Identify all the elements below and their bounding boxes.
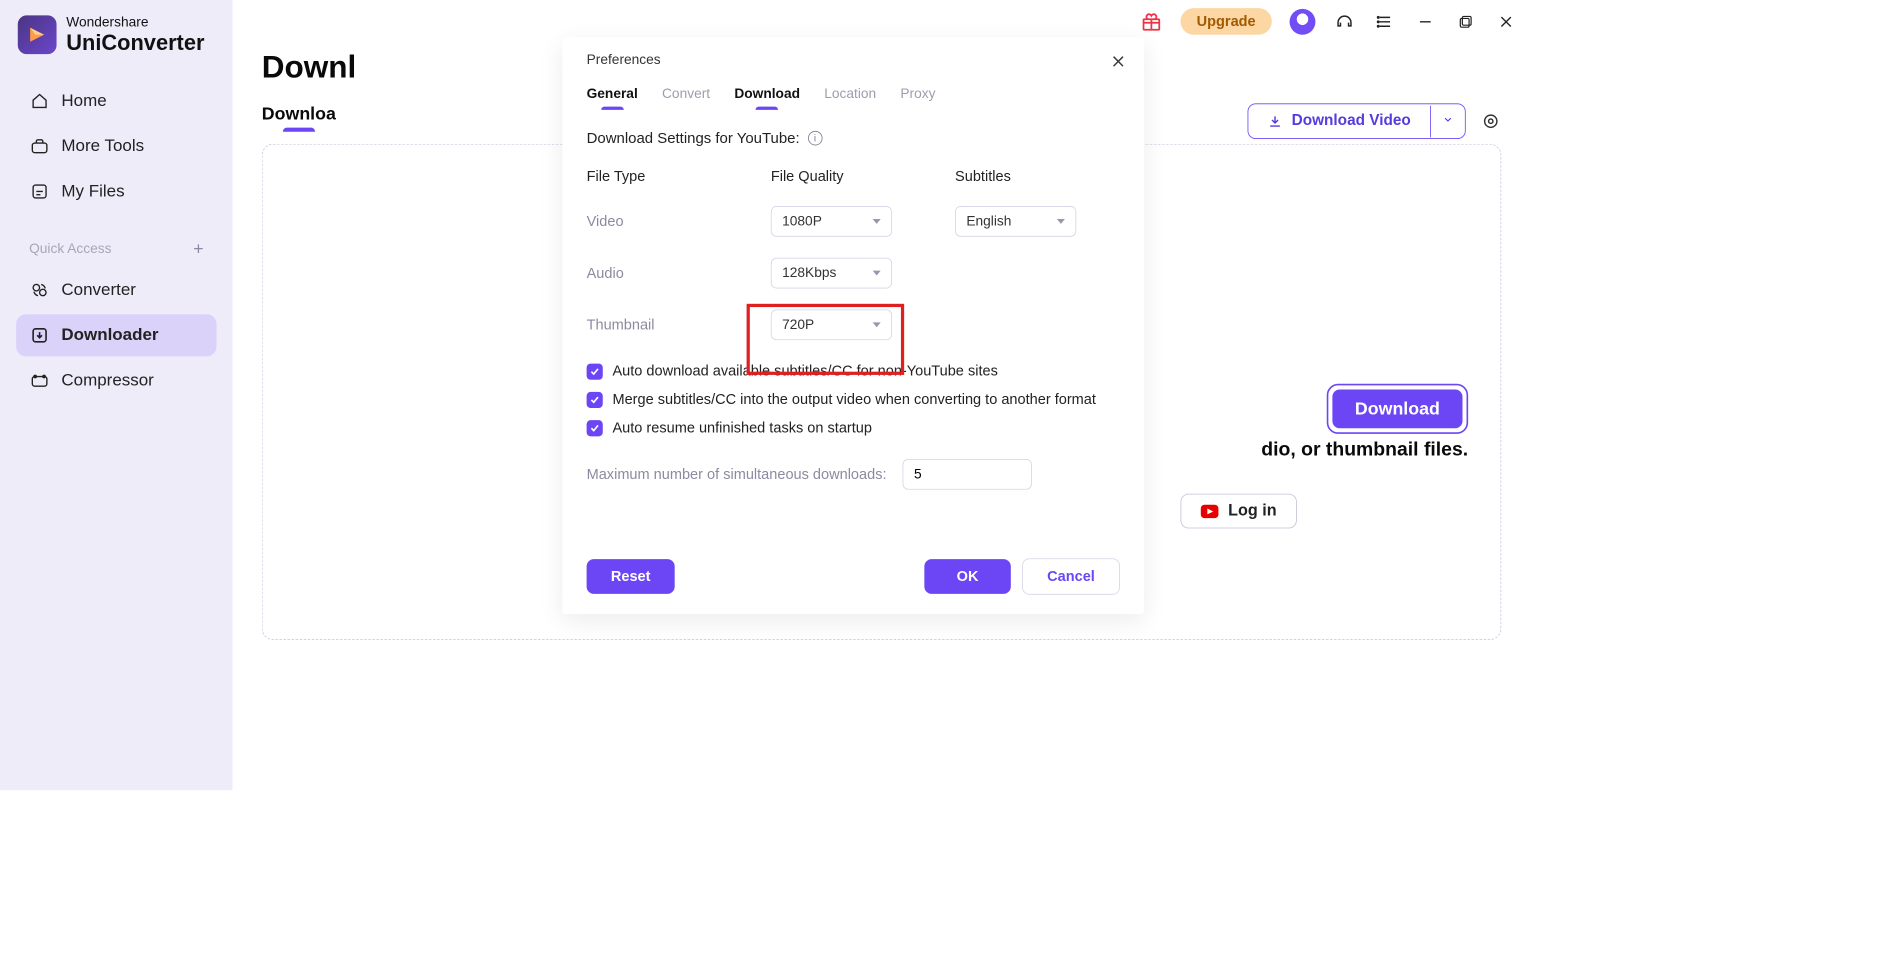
- chevron-down-icon: [873, 322, 881, 327]
- chevron-down-icon: [873, 271, 881, 276]
- gift-icon[interactable]: [1140, 10, 1163, 33]
- maximize-icon[interactable]: [1454, 10, 1477, 33]
- download-video-label: Download Video: [1292, 112, 1411, 130]
- preferences-modal: Preferences General Convert Download Loc…: [562, 37, 1144, 614]
- plus-icon[interactable]: +: [193, 238, 203, 259]
- chevron-down-icon: [873, 219, 881, 224]
- checkbox-label: Auto download available subtitles/CC for…: [612, 363, 997, 380]
- thumbnail-quality-select[interactable]: 720P: [771, 309, 892, 340]
- menu-icon[interactable]: [1374, 10, 1397, 33]
- hint-text: dio, or thumbnail files.: [1261, 439, 1468, 462]
- checkbox-icon: [587, 420, 603, 436]
- brand-logo-icon: [18, 16, 57, 55]
- sidebar-item-label: Home: [61, 91, 106, 110]
- brand-main: UniConverter: [66, 30, 204, 55]
- file-icon: [29, 181, 50, 202]
- home-icon: [29, 90, 50, 111]
- checkbox-auto-download-subs[interactable]: Auto download available subtitles/CC for…: [587, 363, 1120, 380]
- row-video-label: Video: [587, 213, 766, 230]
- sidebar-item-label: More Tools: [61, 136, 144, 155]
- sidebar-item-more-tools[interactable]: More Tools: [16, 125, 216, 167]
- download-button[interactable]: Download: [1327, 384, 1468, 434]
- checkbox-auto-resume[interactable]: Auto resume unfinished tasks on startup: [587, 419, 1120, 436]
- subtitles-select[interactable]: English: [955, 206, 1076, 237]
- brand-sub: Wondershare: [66, 15, 204, 31]
- sidebar-item-label: My Files: [61, 181, 124, 200]
- tab-proxy[interactable]: Proxy: [900, 82, 935, 105]
- tab-convert[interactable]: Convert: [662, 82, 710, 105]
- toolbox-icon: [29, 135, 50, 156]
- tab-general[interactable]: General: [587, 82, 638, 105]
- info-icon[interactable]: i: [808, 131, 823, 146]
- checkbox-icon: [587, 391, 603, 407]
- checkbox-merge-subs[interactable]: Merge subtitles/CC into the output video…: [587, 391, 1120, 408]
- sidebar-item-label: Downloader: [61, 325, 158, 344]
- chevron-down-icon: [1057, 219, 1065, 224]
- sidebar-item-my-files[interactable]: My Files: [16, 170, 216, 212]
- checkbox-label: Merge subtitles/CC into the output video…: [612, 391, 1095, 408]
- video-quality-select[interactable]: 1080P: [771, 206, 892, 237]
- row-thumbnail-label: Thumbnail: [587, 316, 766, 333]
- ok-button[interactable]: OK: [924, 559, 1010, 594]
- close-icon[interactable]: [1107, 50, 1130, 73]
- youtube-icon: [1201, 504, 1219, 519]
- quick-access-header: Quick Access +: [16, 228, 216, 265]
- sidebar-item-label: Converter: [61, 280, 136, 299]
- row-audio-label: Audio: [587, 265, 766, 282]
- header-subtitles: Subtitles: [955, 168, 1120, 185]
- quick-access-label: Quick Access: [29, 240, 111, 256]
- sidebar-item-label: Compressor: [61, 371, 153, 390]
- support-icon[interactable]: [1333, 10, 1356, 33]
- gear-icon[interactable]: [1480, 111, 1501, 132]
- brand: Wondershare UniConverter: [16, 15, 216, 56]
- download-icon: [1267, 114, 1282, 129]
- avatar-icon[interactable]: [1290, 8, 1316, 34]
- converter-icon: [29, 279, 50, 300]
- header-file-type: File Type: [587, 168, 766, 185]
- close-window-icon[interactable]: [1495, 10, 1518, 33]
- login-label: Log in: [1228, 502, 1276, 521]
- download-video-dropdown[interactable]: [1430, 105, 1465, 137]
- download-button-label: Download: [1332, 389, 1462, 428]
- modal-title: Preferences: [587, 52, 1120, 68]
- sidebar-item-home[interactable]: Home: [16, 80, 216, 122]
- tab-downloading[interactable]: Downloa: [262, 103, 336, 124]
- download-video-split-button[interactable]: Download Video: [1247, 103, 1466, 139]
- login-button[interactable]: Log in: [1181, 494, 1297, 529]
- max-downloads-label: Maximum number of simultaneous downloads…: [587, 466, 887, 483]
- compressor-icon: [29, 370, 50, 391]
- checkbox-icon: [587, 363, 603, 379]
- tab-download[interactable]: Download: [734, 82, 800, 105]
- max-downloads-select[interactable]: 5: [903, 459, 1032, 490]
- checkbox-label: Auto resume unfinished tasks on startup: [612, 419, 872, 436]
- audio-quality-select[interactable]: 128Kbps: [771, 258, 892, 289]
- upgrade-button[interactable]: Upgrade: [1180, 8, 1271, 35]
- section-label: Download Settings for YouTube:: [587, 129, 800, 147]
- minimize-icon[interactable]: [1414, 10, 1437, 33]
- reset-button[interactable]: Reset: [587, 559, 675, 594]
- sidebar-item-downloader[interactable]: Downloader: [16, 314, 216, 356]
- cancel-button[interactable]: Cancel: [1022, 558, 1120, 594]
- sidebar-item-compressor[interactable]: Compressor: [16, 359, 216, 401]
- tab-location[interactable]: Location: [824, 82, 876, 105]
- header-file-quality: File Quality: [771, 168, 950, 185]
- downloader-icon: [29, 324, 50, 345]
- sidebar-item-converter[interactable]: Converter: [16, 269, 216, 311]
